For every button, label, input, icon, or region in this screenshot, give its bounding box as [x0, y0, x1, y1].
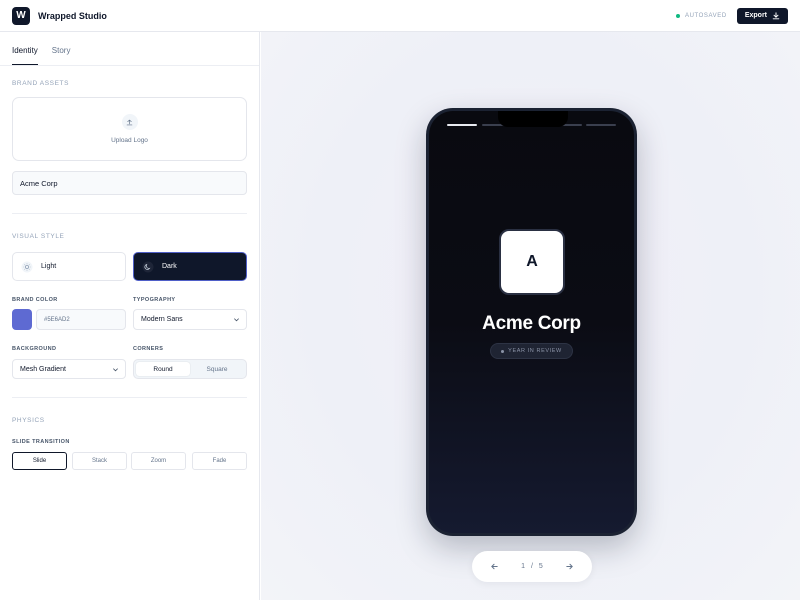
autosave-label: AUTOSAVED: [684, 12, 727, 19]
top-bar: W Wrapped Studio AUTOSAVED Export: [0, 0, 800, 32]
style-option-light[interactable]: Light: [12, 252, 126, 281]
pager-counter: 1 / 5: [521, 563, 543, 570]
sun-icon: [21, 261, 33, 272]
chevron-down-icon: [234, 318, 239, 322]
background-value: Mesh Gradient: [20, 365, 66, 373]
brand-logo-tile: A: [499, 229, 565, 295]
typography-value: Modern Sans: [141, 316, 183, 323]
upload-logo-dropzone[interactable]: Upload Logo: [12, 97, 247, 161]
export-label: Export: [744, 12, 767, 19]
app-logo: W: [12, 6, 30, 25]
phone-notch: [498, 111, 568, 127]
sidebar-tabs: Identity Story: [0, 32, 259, 66]
brand-name-input[interactable]: Acme Corp: [12, 171, 247, 195]
story-progress-segment: [447, 124, 477, 126]
transition-option-zoom[interactable]: Zoom: [131, 452, 186, 470]
tab-identity[interactable]: Identity: [12, 32, 38, 65]
upload-logo-label: Upload Logo: [111, 137, 148, 144]
brand-color-label: BRAND COLOR: [12, 297, 58, 303]
typography-select[interactable]: Modern Sans: [133, 309, 247, 330]
phone-screen[interactable]: A Acme Corp YEAR IN REVIEW: [429, 111, 634, 533]
corners-label: CORNERS: [133, 346, 164, 352]
style-option-dark[interactable]: Dark: [133, 252, 247, 281]
export-button[interactable]: Export: [736, 7, 788, 24]
style-option-label: Dark: [162, 263, 177, 270]
top-bar-actions: AUTOSAVED Export: [675, 7, 788, 24]
physics-heading: PHYSICS: [12, 417, 45, 424]
pager-separator: /: [531, 563, 533, 570]
brand-color-hex-input[interactable]: #5E6AD2: [36, 309, 126, 330]
background-label: BACKGROUND: [12, 346, 57, 352]
year-in-review-badge: YEAR IN REVIEW: [490, 343, 573, 359]
brand-color-swatch[interactable]: [12, 309, 32, 330]
phone-mockup: A Acme Corp YEAR IN REVIEW: [426, 108, 637, 536]
badge-label: YEAR IN REVIEW: [508, 348, 562, 354]
corners-option-round[interactable]: Round: [136, 362, 190, 376]
slide-transition-label: SLIDE TRANSITION: [12, 439, 70, 445]
transition-option-slide[interactable]: Slide: [12, 452, 67, 470]
pager-total: 5: [538, 563, 543, 570]
corners-option-square[interactable]: Square: [190, 362, 244, 376]
preview-canvas: A Acme Corp YEAR IN REVIEW 1 / 5: [261, 32, 800, 600]
moon-icon: [142, 261, 154, 272]
download-icon: [772, 11, 780, 19]
arrow-left-icon[interactable]: [490, 562, 499, 571]
slide-pager: 1 / 5: [472, 551, 592, 582]
story-progress-segment: [586, 124, 616, 126]
preview-brand-name: Acme Corp: [482, 313, 581, 334]
background-select[interactable]: Mesh Gradient: [12, 359, 126, 379]
divider: [12, 213, 247, 214]
arrow-right-icon[interactable]: [565, 562, 574, 571]
chevron-down-icon: [113, 367, 118, 371]
transition-option-stack[interactable]: Stack: [72, 452, 127, 470]
brand-assets-heading: BRAND ASSETS: [12, 80, 70, 87]
app-title: Wrapped Studio: [38, 10, 107, 21]
typography-label: TYPOGRAPHY: [133, 297, 176, 303]
tab-story[interactable]: Story: [52, 32, 71, 65]
visual-style-heading: VISUAL STYLE: [12, 233, 65, 240]
transition-option-fade[interactable]: Fade: [192, 452, 247, 470]
upload-icon: [121, 114, 138, 130]
badge-dot-icon: [501, 349, 505, 353]
settings-sidebar: Identity Story BRAND ASSETS Upload Logo …: [0, 32, 260, 600]
pager-current: 1: [521, 563, 526, 570]
style-option-label: Light: [41, 263, 57, 270]
autosave-dot-icon: [675, 13, 680, 18]
corners-toggle: Round Square: [133, 359, 247, 379]
autosave-status: AUTOSAVED: [675, 12, 727, 19]
divider: [12, 397, 247, 398]
